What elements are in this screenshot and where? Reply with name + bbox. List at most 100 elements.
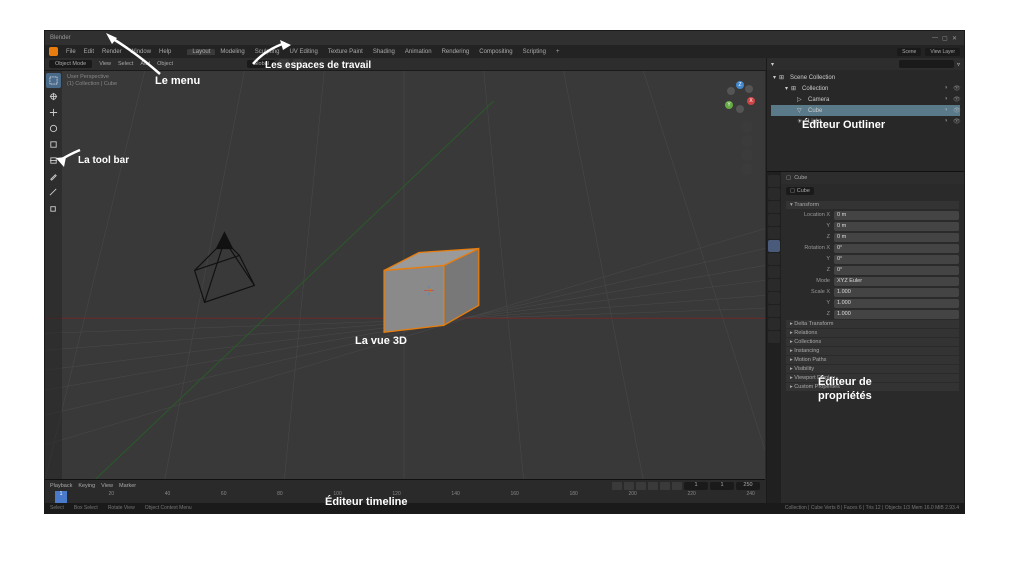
- menu-render[interactable]: Render: [102, 49, 122, 55]
- tab-uv[interactable]: UV Editing: [284, 49, 322, 55]
- texture-tab-icon[interactable]: [768, 331, 780, 343]
- timeline-view-menu[interactable]: View: [101, 483, 113, 489]
- scene-selector[interactable]: Scene: [897, 48, 921, 56]
- tab-animation[interactable]: Animation: [400, 49, 437, 55]
- tab-layout[interactable]: Layout: [187, 49, 215, 55]
- material-tab-icon[interactable]: [768, 318, 780, 330]
- camera-object: [195, 233, 255, 303]
- transform-tool[interactable]: [46, 153, 61, 168]
- panel-custom[interactable]: ▸ Custom Properties: [786, 383, 959, 391]
- perspective-toggle-icon[interactable]: [741, 163, 753, 175]
- scale-y-field[interactable]: 1.000: [834, 299, 959, 308]
- current-frame-field[interactable]: 1: [684, 482, 708, 490]
- select-tool[interactable]: [46, 73, 61, 88]
- particles-tab-icon[interactable]: [768, 266, 780, 278]
- rotation-x-field[interactable]: 0°: [834, 244, 959, 253]
- tab-compositing[interactable]: Compositing: [474, 49, 517, 55]
- tab-modeling[interactable]: Modeling: [215, 49, 249, 55]
- outliner-mode-icon[interactable]: ▾: [771, 61, 774, 68]
- tree-collection[interactable]: ▾⊞ Collection ◑👁: [771, 83, 960, 94]
- viewport-3d[interactable]: User Perspective (1) Collection | Cube X…: [45, 71, 765, 479]
- maximize-button[interactable]: ▢: [942, 35, 949, 42]
- tab-add[interactable]: +: [551, 49, 565, 55]
- menu-edit[interactable]: Edit: [84, 49, 94, 55]
- proportional-icon[interactable]: [293, 59, 303, 69]
- data-tab-icon[interactable]: [768, 305, 780, 317]
- panel-instancing[interactable]: ▸ Instancing: [786, 347, 959, 355]
- scale-x-field[interactable]: 1.000: [834, 288, 959, 297]
- location-x-field[interactable]: 0 m: [834, 211, 959, 220]
- scale-tool[interactable]: [46, 137, 61, 152]
- object-menu[interactable]: Object: [157, 61, 173, 67]
- move-tool[interactable]: [46, 105, 61, 120]
- pan-icon[interactable]: [741, 135, 753, 147]
- jump-start-icon[interactable]: [612, 482, 622, 490]
- tab-scripting[interactable]: Scripting: [518, 49, 551, 55]
- menu-file[interactable]: File: [66, 49, 76, 55]
- constraints-tab-icon[interactable]: [768, 292, 780, 304]
- panel-visibility[interactable]: ▸ Visibility: [786, 365, 959, 373]
- annotate-tool[interactable]: [46, 169, 61, 184]
- rotation-y-field[interactable]: 0°: [834, 255, 959, 264]
- panel-motion[interactable]: ▸ Motion Paths: [786, 356, 959, 364]
- snap-icon[interactable]: [279, 59, 289, 69]
- timeline-playback-menu[interactable]: Playback: [50, 483, 72, 489]
- props-object-icon: ▢: [786, 175, 791, 181]
- tree-light[interactable]: ☀ Light ◑👁: [771, 116, 960, 127]
- minimize-button[interactable]: —: [932, 35, 939, 42]
- next-keyframe-icon[interactable]: [660, 482, 670, 490]
- close-button[interactable]: ✕: [952, 35, 959, 42]
- cursor-tool[interactable]: [46, 89, 61, 104]
- tree-camera[interactable]: ▷ Camera ◑👁: [771, 94, 960, 105]
- tab-shading[interactable]: Shading: [368, 49, 400, 55]
- render-tab-icon[interactable]: [768, 175, 780, 187]
- transform-panel-header[interactable]: ▾ Transform: [786, 201, 959, 209]
- tab-sculpting[interactable]: Sculpting: [250, 49, 285, 55]
- add-menu[interactable]: Add: [140, 61, 150, 67]
- jump-end-icon[interactable]: [672, 482, 682, 490]
- start-frame-field[interactable]: 1: [710, 482, 734, 490]
- timeline-marker-menu[interactable]: Marker: [119, 483, 136, 489]
- panel-viewport[interactable]: ▸ Viewport Display: [786, 374, 959, 382]
- modifiers-tab-icon[interactable]: [768, 253, 780, 265]
- tree-cube[interactable]: ▽ Cube ◑👁: [771, 105, 960, 116]
- outliner-filter-icon[interactable]: ▿: [957, 61, 960, 68]
- rotation-mode-field[interactable]: XYZ Euler: [834, 277, 959, 286]
- output-tab-icon[interactable]: [768, 188, 780, 200]
- outliner-search-input[interactable]: [899, 60, 954, 68]
- view-menu[interactable]: View: [99, 61, 111, 67]
- panel-collections[interactable]: ▸ Collections: [786, 338, 959, 346]
- rotation-z-field[interactable]: 0°: [834, 266, 959, 275]
- add-cube-tool[interactable]: [46, 201, 61, 216]
- navigation-gizmo[interactable]: X Y Z: [721, 79, 757, 115]
- physics-tab-icon[interactable]: [768, 279, 780, 291]
- camera-view-icon[interactable]: [741, 149, 753, 161]
- object-tab-icon[interactable]: [768, 240, 780, 252]
- props-breadcrumb[interactable]: ▢ Cube: [786, 187, 814, 195]
- measure-tool[interactable]: [46, 185, 61, 200]
- viewlayer-tab-icon[interactable]: [768, 201, 780, 213]
- rotate-tool[interactable]: [46, 121, 61, 136]
- scene-tab-icon[interactable]: [768, 214, 780, 226]
- play-reverse-icon[interactable]: [636, 482, 646, 490]
- prev-keyframe-icon[interactable]: [624, 482, 634, 490]
- select-menu[interactable]: Select: [118, 61, 133, 67]
- play-icon[interactable]: [648, 482, 658, 490]
- timeline-keying-menu[interactable]: Keying: [78, 483, 95, 489]
- world-tab-icon[interactable]: [768, 227, 780, 239]
- scale-z-field[interactable]: 1.000: [834, 310, 959, 319]
- viewlayer-selector[interactable]: View Layer: [925, 48, 960, 56]
- tree-scene-collection[interactable]: ▾⊞ Scene Collection: [771, 72, 960, 83]
- menu-help[interactable]: Help: [159, 49, 171, 55]
- tab-texture[interactable]: Texture Paint: [323, 49, 368, 55]
- tab-rendering[interactable]: Rendering: [437, 49, 475, 55]
- orientation-selector[interactable]: Global: [247, 60, 275, 68]
- zoom-icon[interactable]: [741, 121, 753, 133]
- panel-relations[interactable]: ▸ Relations: [786, 329, 959, 337]
- mode-selector[interactable]: Object Mode: [49, 60, 92, 68]
- location-z-field[interactable]: 0 m: [834, 233, 959, 242]
- panel-delta[interactable]: ▸ Delta Transform: [786, 320, 959, 328]
- location-y-field[interactable]: 0 m: [834, 222, 959, 231]
- end-frame-field[interactable]: 250: [736, 482, 760, 490]
- menu-window[interactable]: Window: [130, 49, 151, 55]
